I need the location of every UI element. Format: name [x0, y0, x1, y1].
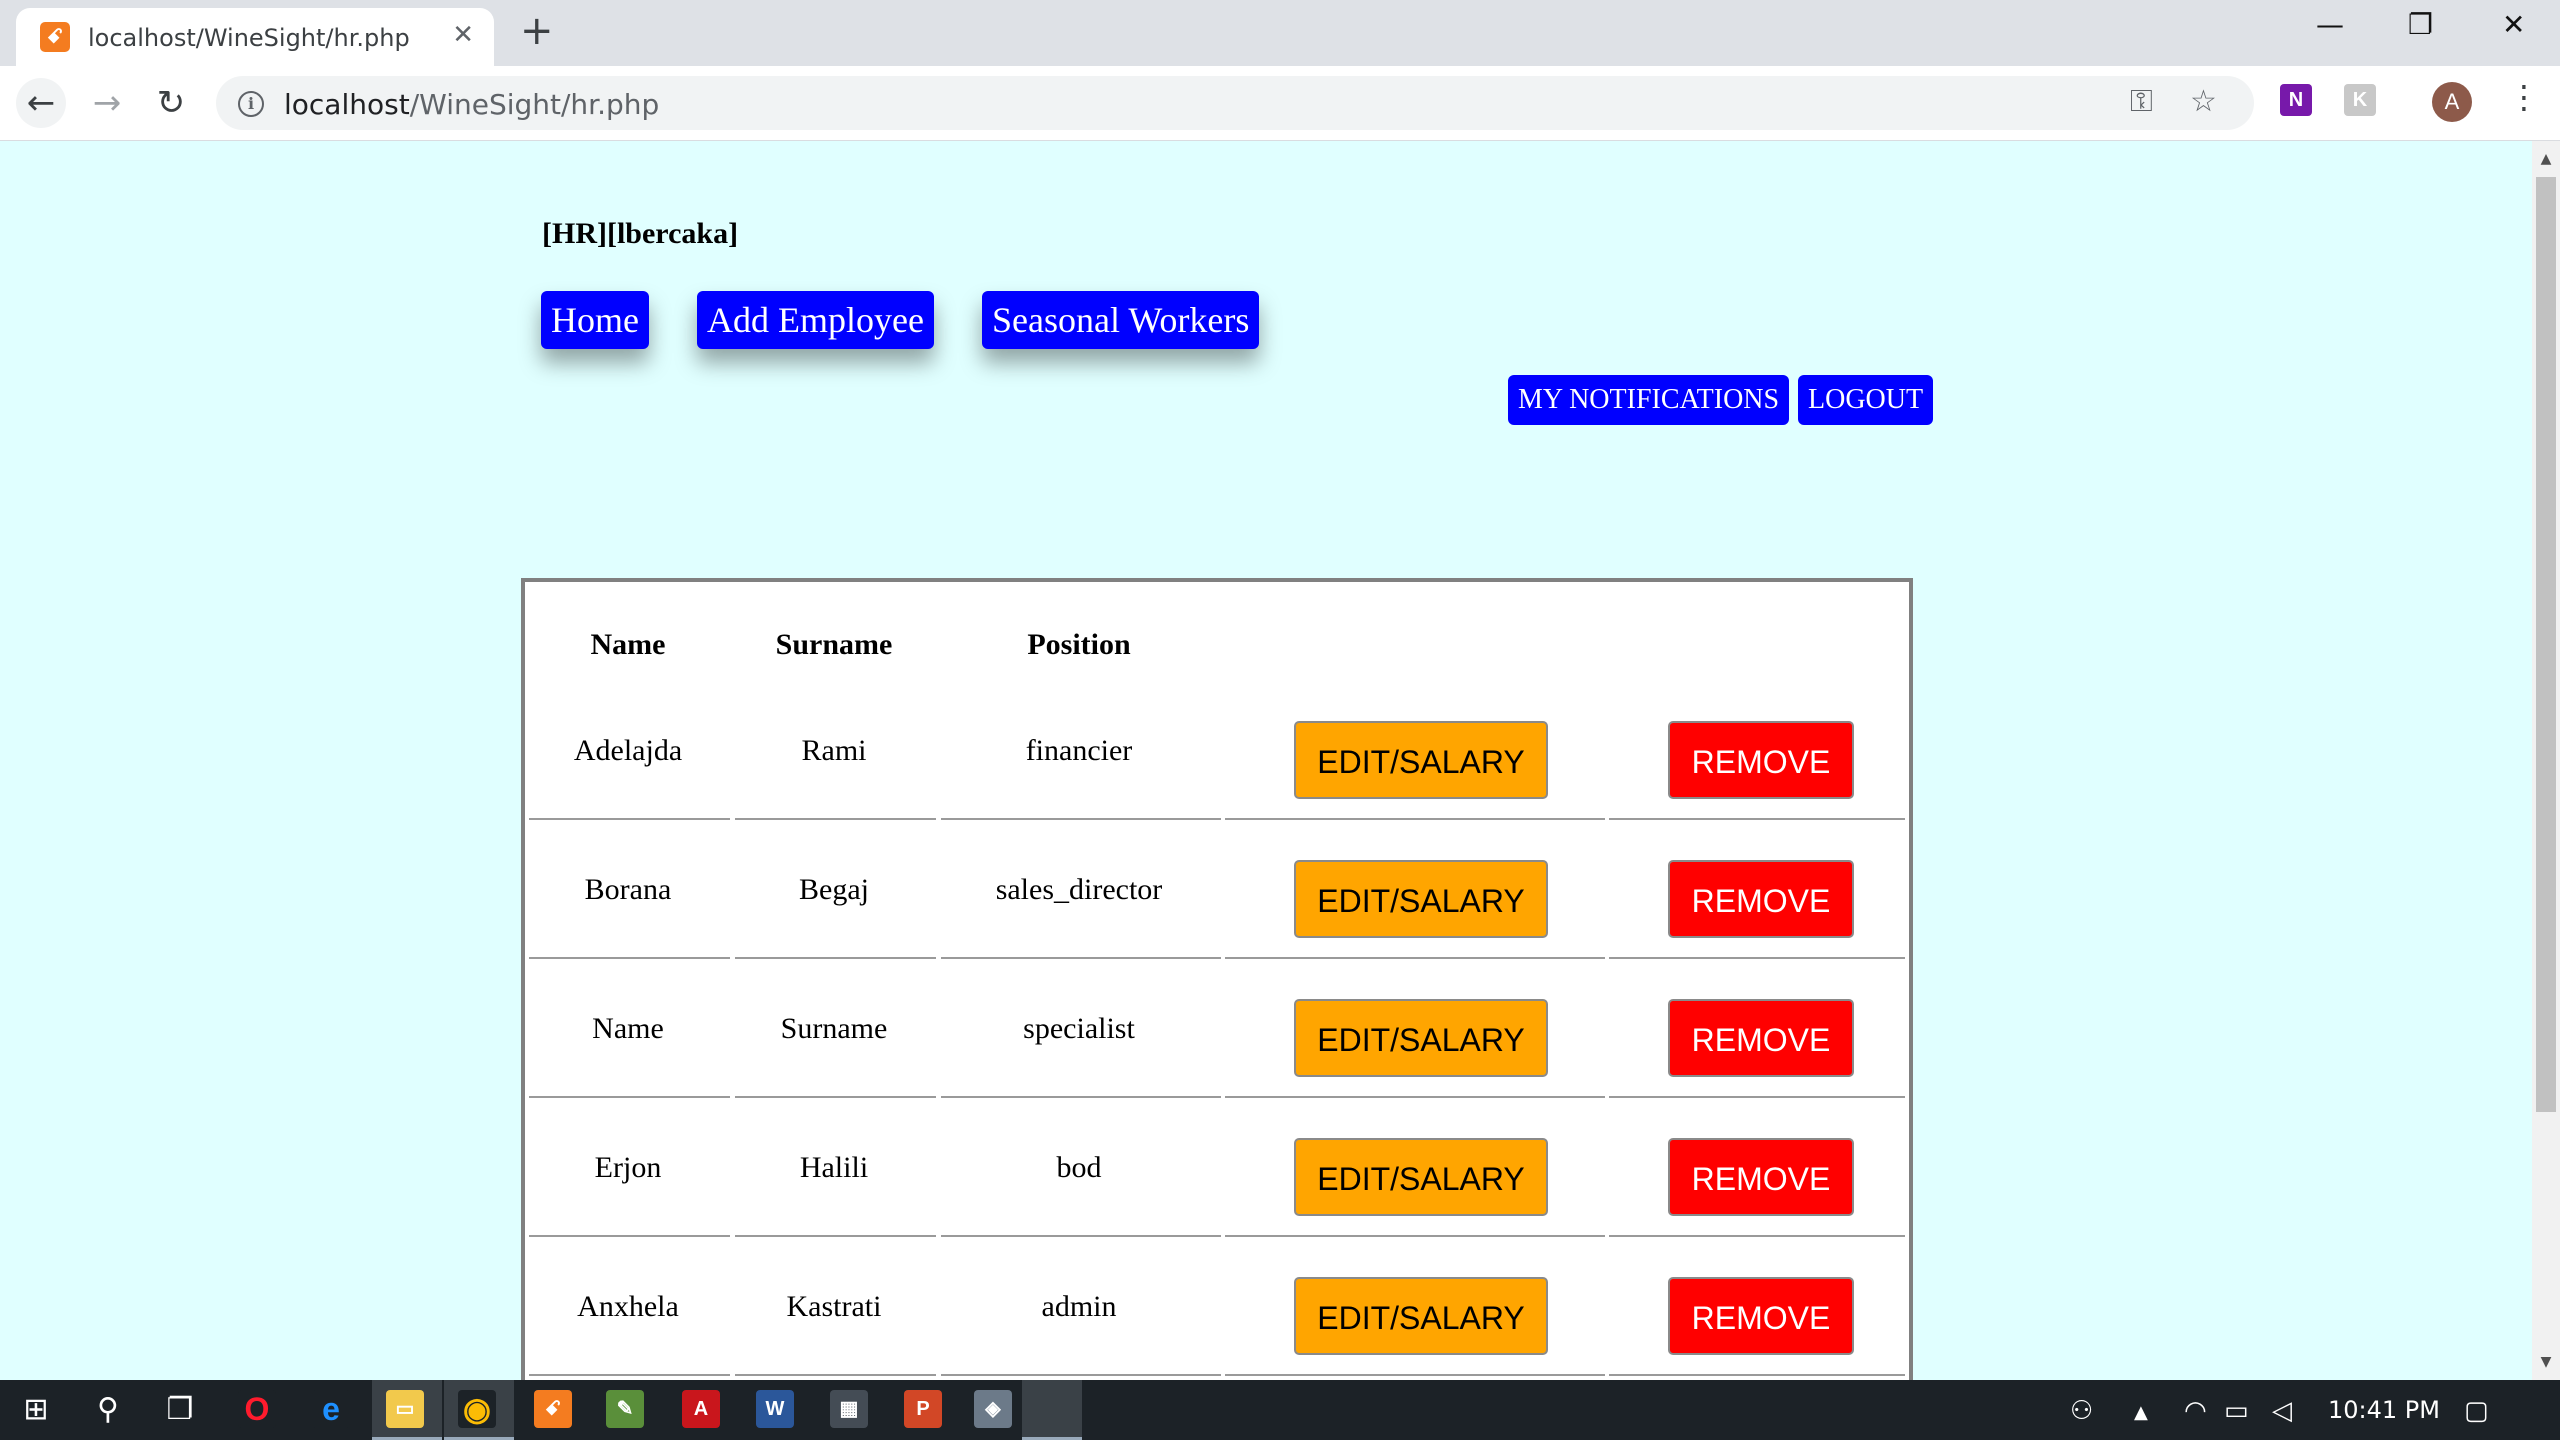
cell-name: Erjon — [594, 1151, 662, 1184]
edge-icon[interactable]: e — [312, 1390, 350, 1428]
cell-position: financier — [1025, 734, 1133, 767]
cell-position: admin — [1041, 1290, 1117, 1323]
xampp-icon[interactable]: ꗃ — [534, 1390, 572, 1428]
volume-icon[interactable]: ◁ — [2272, 1396, 2292, 1426]
home-button[interactable]: Home — [541, 291, 649, 349]
cell-surname: Begaj — [799, 873, 869, 906]
table-row: Name Surname specialist EDIT/SALARY REMO… — [525, 959, 1909, 1098]
wifi-icon[interactable]: ◠ — [2184, 1396, 2207, 1426]
cell-surname: Rami — [801, 734, 867, 767]
edit-salary-button[interactable]: EDIT/SALARY — [1294, 721, 1548, 799]
seasonal-workers-button[interactable]: Seasonal Workers — [982, 291, 1260, 349]
word-icon[interactable]: W — [756, 1390, 794, 1428]
vertical-scrollbar[interactable]: ▲ ▼ — [2532, 141, 2560, 1380]
remove-button[interactable]: REMOVE — [1668, 1277, 1854, 1355]
header-position: Position — [1027, 628, 1131, 661]
employee-table: Name Surname Position Adelajda Rami fina… — [521, 578, 1913, 1380]
back-arrow-icon[interactable]: ← — [16, 78, 66, 128]
file-explorer-icon[interactable]: ▭ — [386, 1390, 424, 1428]
battery-icon[interactable]: ▭ — [2224, 1396, 2249, 1426]
menu-icon[interactable]: ⋮ — [2508, 78, 2540, 116]
minimize-button[interactable]: — — [2316, 8, 2344, 41]
close-window-button[interactable]: ✕ — [2502, 8, 2525, 41]
logout-button[interactable]: LOGOUT — [1798, 375, 1934, 425]
people-icon[interactable]: ⚇ — [2070, 1396, 2093, 1426]
cell-surname: Surname — [780, 1012, 888, 1045]
header-surname: Surname — [775, 628, 893, 661]
chevron-up-icon[interactable]: ▲ — [2134, 1402, 2148, 1423]
acrobat-icon[interactable]: A — [682, 1390, 720, 1428]
photos-icon[interactable]: ▦ — [830, 1390, 868, 1428]
row-divider — [735, 1374, 936, 1376]
tab-title: localhost/WineSight/hr.php — [88, 24, 410, 52]
close-tab-icon[interactable]: ✕ — [452, 20, 474, 50]
cell-name: Borana — [584, 873, 672, 906]
edit-salary-button[interactable]: EDIT/SALARY — [1294, 1138, 1548, 1216]
forward-arrow-icon[interactable]: → — [82, 78, 132, 128]
cell-position: specialist — [1023, 1012, 1135, 1045]
cell-name: Anxhela — [577, 1290, 679, 1323]
add-employee-button[interactable]: Add Employee — [697, 291, 934, 349]
reload-icon[interactable]: ↻ — [146, 78, 196, 128]
header-name: Name — [590, 628, 666, 661]
task-view-icon[interactable]: ❐ — [144, 1380, 216, 1440]
row-divider — [1225, 1374, 1605, 1376]
table-row: Anxhela Kastrati admin EDIT/SALARY REMOV… — [525, 1237, 1909, 1376]
chrome-icon[interactable]: ◉ — [458, 1390, 496, 1428]
extension-icon[interactable]: K — [2344, 84, 2376, 116]
table-row: Adelajda Rami financier EDIT/SALARY REMO… — [525, 681, 1909, 820]
remove-button[interactable]: REMOVE — [1668, 721, 1854, 799]
new-tab-button[interactable]: + — [520, 8, 554, 54]
row-divider — [529, 1374, 730, 1376]
notification-center-icon[interactable]: ▢ — [2464, 1396, 2489, 1426]
row-divider — [941, 1374, 1221, 1376]
opera-icon[interactable]: O — [238, 1390, 276, 1428]
taskbar: ⊞ ⚲ ❐ O e ▭ ◉ ꗃ ✎ A W ▦ P ◈ ⚇ ▲ ◠ ▭ ◁ 10… — [0, 1380, 2560, 1440]
scrollbar-thumb[interactable] — [2536, 177, 2556, 1112]
onenote-extension-icon[interactable]: N — [2280, 84, 2312, 116]
notepad-icon[interactable]: ✎ — [606, 1390, 644, 1428]
user-role-label: [HR][lbercaka] — [542, 217, 739, 250]
table-row: Erjon Halili bod EDIT/SALARY REMOVE — [525, 1098, 1909, 1237]
scroll-down-arrow-icon[interactable]: ▼ — [2532, 1348, 2560, 1376]
my-notifications-button[interactable]: MY NOTIFICATIONS — [1508, 375, 1790, 425]
search-icon[interactable]: ⚲ — [72, 1380, 144, 1440]
browser-tab[interactable]: ꗃ localhost/WineSight/hr.php ✕ — [16, 8, 494, 66]
page-viewport: [HR][lbercaka] Home Add Employee Seasona… — [0, 141, 2532, 1380]
url-path: /WineSight/hr.php — [409, 88, 660, 121]
powerpoint-icon[interactable]: P — [904, 1390, 942, 1428]
cell-name: Adelajda — [573, 734, 683, 767]
address-bar[interactable]: i localhost/WineSight/hr.php ⚿ ☆ — [216, 76, 2254, 130]
url-host: localhost — [284, 88, 410, 121]
table-row: Borana Begaj sales_director EDIT/SALARY … — [525, 820, 1909, 959]
xampp-icon: ꗃ — [40, 22, 70, 52]
tab-strip: ꗃ localhost/WineSight/hr.php ✕ + — ❐ ✕ — [0, 0, 2560, 66]
clock[interactable]: 10:41 PM — [2328, 1396, 2440, 1424]
edit-salary-button[interactable]: EDIT/SALARY — [1294, 999, 1548, 1077]
cell-position: sales_director — [995, 873, 1163, 906]
url-text[interactable]: localhost/WineSight/hr.php — [284, 88, 659, 121]
taskbar-active-slot — [1022, 1380, 1082, 1440]
info-icon[interactable]: i — [238, 91, 264, 117]
avatar[interactable]: A — [2432, 82, 2472, 122]
row-divider — [1609, 1374, 1905, 1376]
restore-button[interactable]: ❐ — [2408, 8, 2433, 41]
star-icon[interactable]: ☆ — [2190, 84, 2217, 119]
remove-button[interactable]: REMOVE — [1668, 860, 1854, 938]
cell-position: bod — [1056, 1151, 1102, 1184]
scroll-up-arrow-icon[interactable]: ▲ — [2532, 145, 2560, 173]
edit-salary-button[interactable]: EDIT/SALARY — [1294, 1277, 1548, 1355]
edit-salary-button[interactable]: EDIT/SALARY — [1294, 860, 1548, 938]
app-icon[interactable]: ◈ — [974, 1390, 1012, 1428]
key-icon[interactable]: ⚿ — [2130, 84, 2153, 119]
remove-button[interactable]: REMOVE — [1668, 1138, 1854, 1216]
cell-name: Name — [592, 1012, 664, 1045]
windows-start-icon[interactable]: ⊞ — [0, 1380, 72, 1440]
cell-surname: Halili — [799, 1151, 869, 1184]
remove-button[interactable]: REMOVE — [1668, 999, 1854, 1077]
cell-surname: Kastrati — [786, 1290, 882, 1323]
browser-toolbar: ← → ↻ i localhost/WineSight/hr.php ⚿ ☆ N… — [0, 66, 2560, 142]
